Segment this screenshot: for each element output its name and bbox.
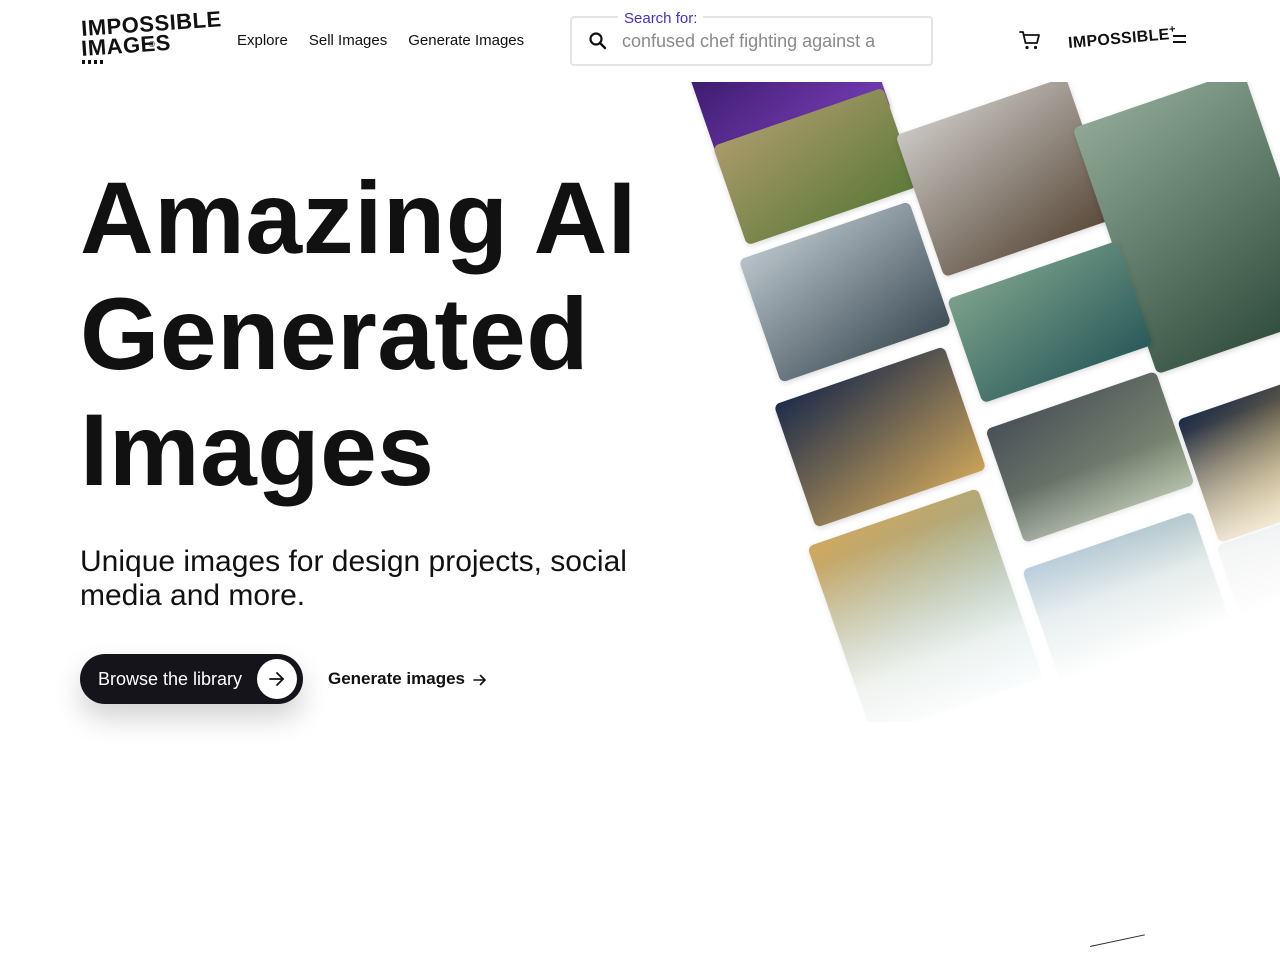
menu-icon[interactable] (1172, 32, 1190, 48)
logo-text-line2: IMAGES (80, 29, 172, 61)
browse-library-label: Browse the library (98, 669, 243, 689)
nav-sell-images[interactable]: Sell Images (309, 31, 387, 51)
generate-images-button[interactable]: Generate images (328, 668, 486, 690)
arrow-right-icon (269, 672, 284, 686)
gallery-image-stormy-road[interactable] (985, 370, 1195, 544)
hero-subtitle: Unique images for design projects, socia… (80, 545, 627, 612)
plus-logo-text: IMPOSSIBLE (1067, 26, 1171, 53)
search-label: Search for: (618, 10, 704, 28)
hero-title: Amazing AI Generated Images (80, 160, 700, 508)
main-nav: Explore Sell Images Generate Images (237, 31, 524, 51)
search-input[interactable] (622, 30, 912, 52)
gallery-image-lake-with-hills[interactable] (1022, 511, 1238, 703)
hero-title-line-3: Images (80, 393, 435, 507)
arrow-right-circle-icon (257, 659, 297, 699)
arrow-right-icon (473, 674, 486, 686)
search-box[interactable]: Search for: (570, 10, 933, 66)
impossible-images-logo[interactable]: IMPOSSIBLE IMAGES ® (80, 6, 222, 66)
cart-icon[interactable] (1018, 29, 1042, 51)
site-header: IMPOSSIBLE IMAGES ® Explore Sell Images … (0, 0, 1280, 82)
gallery-image-lemur-on-branch[interactable] (895, 82, 1115, 278)
search-icon[interactable] (588, 31, 608, 51)
impossible-plus-logo[interactable]: IMPOSSIBLE+ (1067, 23, 1177, 53)
browse-library-button[interactable]: Browse the library (80, 654, 303, 704)
generate-images-label: Generate images (328, 669, 466, 688)
nav-generate-images[interactable]: Generate Images (408, 31, 524, 51)
gallery-image-autumn-fairy-forest[interactable] (807, 488, 1043, 722)
nav-explore[interactable]: Explore (237, 31, 288, 51)
decorative-line (1089, 934, 1145, 947)
hero-title-line-1: Amazing AI (80, 161, 637, 275)
logo-registered-mark: ® (149, 40, 155, 49)
hero-title-line-2: Generated (80, 277, 590, 391)
logo-dots-decoration (82, 60, 104, 64)
gallery-grid (690, 82, 1280, 722)
image-gallery (690, 82, 1280, 722)
